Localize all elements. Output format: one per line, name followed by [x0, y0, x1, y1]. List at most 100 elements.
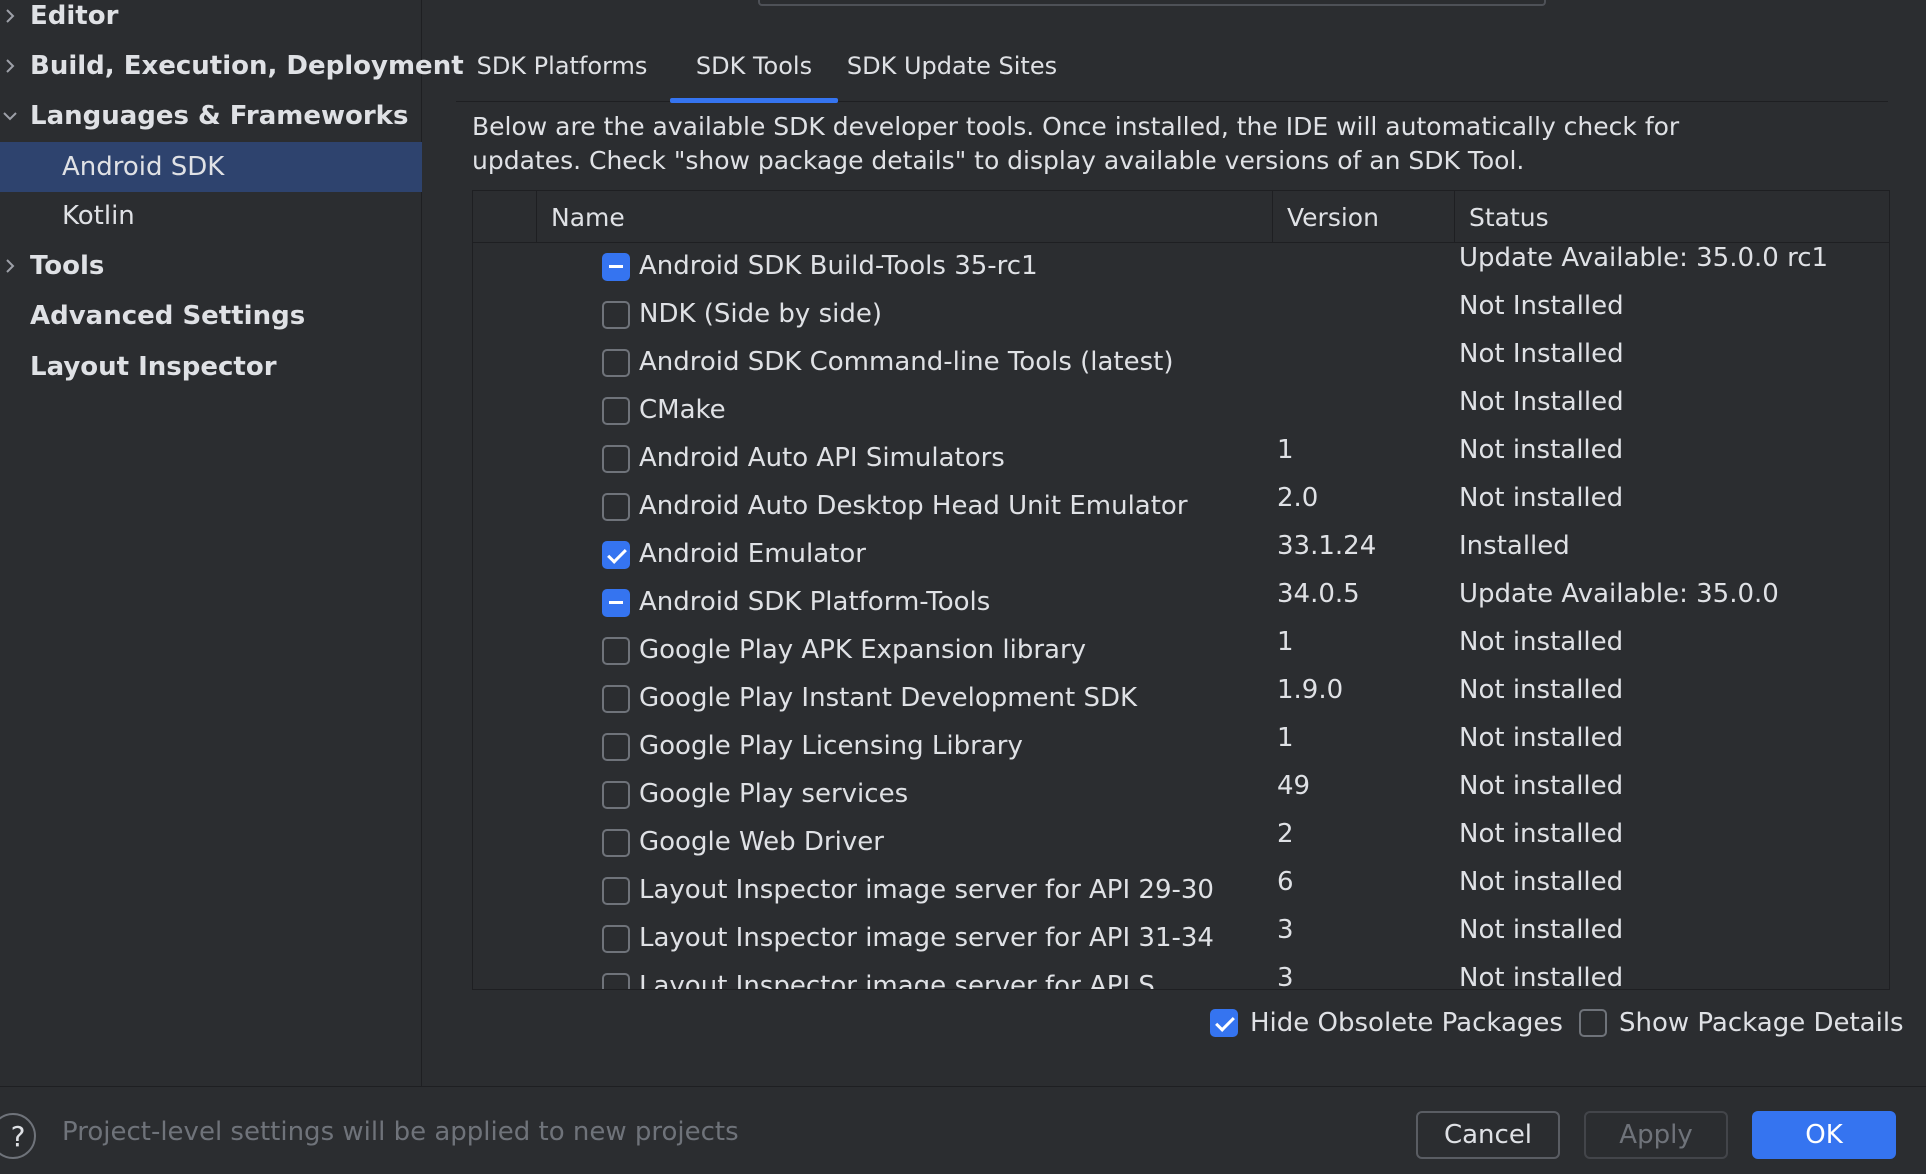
table-row[interactable]: Android SDK Build-Tools 35-rc1 Update Ava…	[473, 243, 1889, 291]
table-row[interactable]: Google Web Driver 2 Not installed	[473, 819, 1889, 867]
sdk-tools-description: Below are the available SDK developer to…	[472, 112, 1680, 175]
table-row[interactable]: Google Play APK Expansion library 1 Not in…	[473, 627, 1889, 675]
package-name: Layout Inspector image server for API 31…	[639, 923, 1214, 953]
package-checkbox[interactable]	[602, 301, 630, 329]
table-row[interactable]: Android Emulator 33.1.24 Installed	[473, 531, 1889, 579]
help-icon[interactable]: ?	[0, 1113, 36, 1159]
package-name: Android Emulator	[639, 539, 866, 569]
table-row[interactable]: NDK (Side by side) Not Installed	[473, 291, 1889, 339]
package-status: Not installed	[1459, 627, 1624, 657]
package-checkbox[interactable]	[602, 925, 630, 953]
sidebar-item-tools[interactable]: Tools	[0, 241, 422, 291]
column-header-name[interactable]: Name	[537, 191, 1273, 243]
table-row[interactable]: Android SDK Command-line Tools (latest) N…	[473, 339, 1889, 387]
sidebar-item-label: Languages & Frameworks	[30, 101, 409, 131]
package-version: 49	[1277, 771, 1311, 801]
package-version: 6	[1277, 867, 1294, 897]
package-status: Update Available: 35.0.0 rc1	[1459, 243, 1829, 273]
tab-sdk-tools[interactable]: SDK Tools	[670, 30, 838, 103]
show-package-details-option[interactable]: Show Package Details	[1579, 1006, 1904, 1040]
chevron-right-icon[interactable]	[0, 0, 20, 41]
package-name: Android SDK Command-line Tools (latest)	[639, 347, 1174, 377]
package-version: 1	[1277, 627, 1294, 657]
sidebar-item-android-sdk[interactable]: Android SDK	[0, 142, 422, 192]
tab-sdk-platforms[interactable]: SDK Platforms	[456, 30, 668, 102]
apply-button[interactable]: Apply	[1584, 1111, 1728, 1159]
chevron-down-icon[interactable]	[0, 91, 20, 141]
package-checkbox[interactable]	[602, 445, 630, 473]
package-checkbox[interactable]	[602, 493, 630, 521]
package-status: Installed	[1459, 531, 1570, 561]
package-status: Not installed	[1459, 723, 1624, 753]
sidebar-item-label: Build, Execution, Deployment	[30, 51, 464, 81]
package-checkbox[interactable]	[602, 589, 630, 617]
footer-message: Project-level settings will be applied t…	[62, 1117, 739, 1147]
sidebar-item-label: Kotlin	[62, 201, 135, 231]
hide-obsolete-packages-option[interactable]: Hide Obsolete Packages	[1210, 1006, 1563, 1040]
package-name: Google Play services	[639, 779, 909, 809]
package-name: Layout Inspector image server for API S	[639, 971, 1155, 990]
chevron-right-icon[interactable]	[0, 41, 20, 91]
package-version: 2.0	[1277, 483, 1319, 513]
package-name: Android Auto API Simulators	[639, 443, 1005, 473]
cancel-button[interactable]: Cancel	[1416, 1111, 1560, 1159]
table-header: Name Version Status	[473, 191, 1889, 243]
package-name: NDK (Side by side)	[639, 299, 882, 329]
package-checkbox[interactable]	[602, 253, 630, 281]
package-version: 3	[1277, 963, 1294, 990]
table-row[interactable]: CMake Not Installed	[473, 387, 1889, 435]
package-checkbox[interactable]	[602, 541, 630, 569]
package-name: Android SDK Platform-Tools	[639, 587, 991, 617]
show-package-details-checkbox[interactable]	[1579, 1009, 1607, 1037]
package-status: Not Installed	[1459, 387, 1624, 417]
package-checkbox[interactable]	[602, 397, 630, 425]
search-field-edge[interactable]	[758, 0, 1546, 6]
package-status: Not installed	[1459, 963, 1624, 990]
sidebar-item-build-execution-deployment[interactable]: Build, Execution, Deployment	[0, 41, 464, 91]
package-status: Update Available: 35.0.0	[1459, 579, 1779, 609]
sdk-tools-table: Name Version Status Android SDK Build-To…	[472, 190, 1890, 990]
package-name: CMake	[639, 395, 726, 425]
package-checkbox[interactable]	[602, 733, 630, 761]
package-version: 1	[1277, 435, 1294, 465]
package-name: Google Play Licensing Library	[639, 731, 1023, 761]
column-header-select[interactable]	[473, 191, 537, 243]
sidebar-item-layout-inspector[interactable]: Layout Inspector	[0, 342, 422, 392]
tab-sdk-update-sites[interactable]: SDK Update Sites	[846, 30, 1058, 102]
column-header-version[interactable]: Version	[1273, 191, 1455, 243]
sidebar-item-label: Advanced Settings	[30, 301, 306, 331]
package-checkbox[interactable]	[602, 349, 630, 377]
package-checkbox[interactable]	[602, 877, 630, 905]
table-row[interactable]: Google Play Instant Development SDK 1.9.0…	[473, 675, 1889, 723]
package-checkbox[interactable]	[602, 781, 630, 809]
table-row[interactable]: Layout Inspector image server for API S 3…	[473, 963, 1889, 990]
column-header-status[interactable]: Status	[1455, 191, 1889, 243]
table-row[interactable]: Android Auto API Simulators 1 Not installe…	[473, 435, 1889, 483]
package-checkbox[interactable]	[602, 685, 630, 713]
package-checkbox[interactable]	[602, 637, 630, 665]
sidebar-item-kotlin[interactable]: Kotlin	[0, 191, 422, 241]
package-version: 1.9.0	[1277, 675, 1344, 705]
package-checkbox[interactable]	[602, 973, 630, 989]
ok-button[interactable]: OK	[1752, 1111, 1896, 1159]
sidebar-item-advanced-settings[interactable]: Advanced Settings	[0, 291, 422, 341]
settings-sidebar: Editor Build, Execution, Deployment Lang…	[0, 0, 464, 1086]
table-row[interactable]: Layout Inspector image server for API 29…	[473, 867, 1889, 915]
sidebar-item-languages-frameworks[interactable]: Languages & Frameworks	[0, 91, 422, 141]
hide-obsolete-checkbox[interactable]	[1210, 1009, 1238, 1037]
table-row[interactable]: Layout Inspector image server for API 31…	[473, 915, 1889, 963]
table-row[interactable]: Android SDK Platform-Tools 34.0.5 Update A…	[473, 579, 1889, 627]
dialog-footer: ? Project-level settings will be applied…	[0, 1086, 1926, 1174]
settings-dialog: Editor Build, Execution, Deployment Lang…	[0, 0, 1926, 1174]
chevron-right-icon[interactable]	[0, 241, 20, 291]
package-status: Not Installed	[1459, 339, 1624, 369]
sidebar-item-label: Layout Inspector	[30, 352, 277, 382]
table-row[interactable]: Google Play services 49 Not installed	[473, 771, 1889, 819]
package-status: Not installed	[1459, 915, 1624, 945]
table-row[interactable]: Android Auto Desktop Head Unit Emulator 2…	[473, 483, 1889, 531]
sidebar-item-editor[interactable]: Editor	[0, 0, 422, 41]
package-checkbox[interactable]	[602, 829, 630, 857]
package-status: Not installed	[1459, 819, 1624, 849]
table-row[interactable]: Google Play Licensing Library 1 Not instal…	[473, 723, 1889, 771]
sdk-tabs: SDK Platforms SDK Tools SDK Update Sites	[456, 30, 1888, 103]
